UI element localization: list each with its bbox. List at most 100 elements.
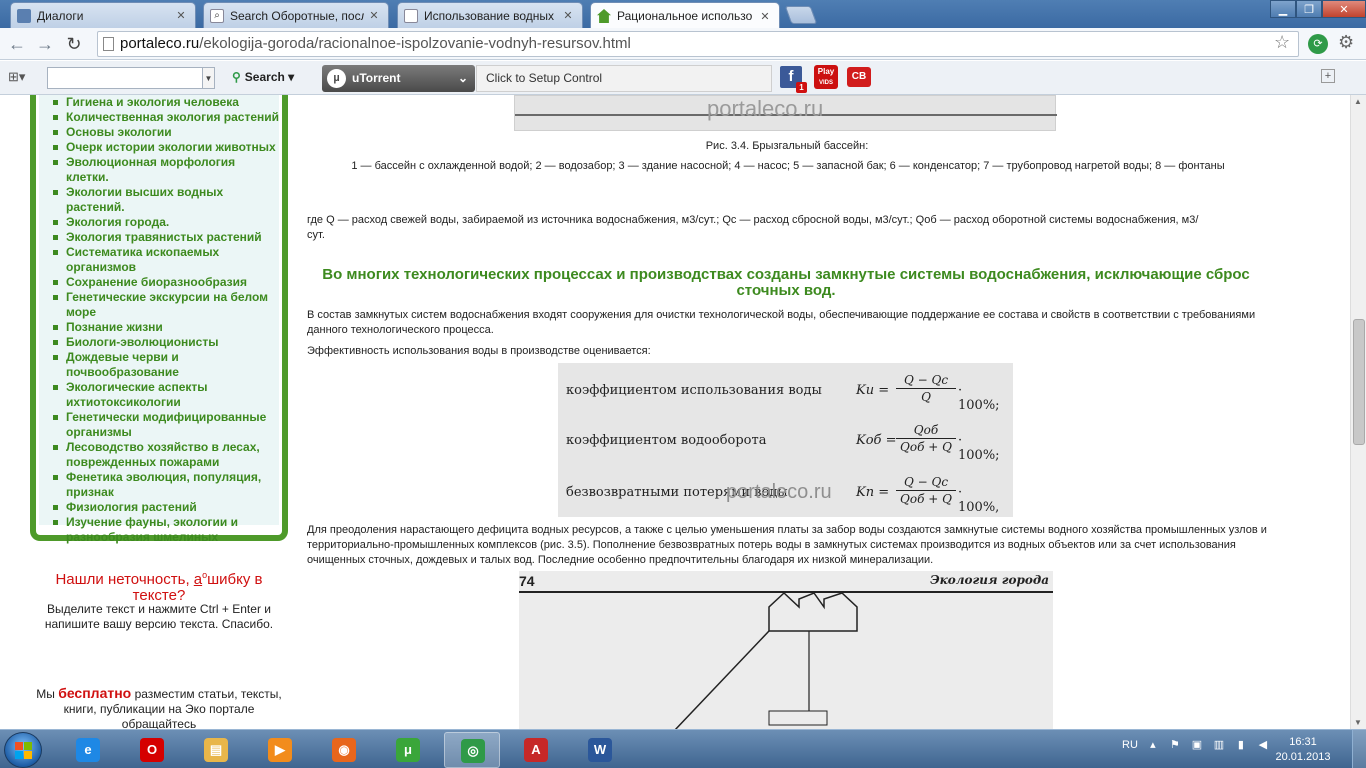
scroll-up-icon[interactable]: ▲ bbox=[1354, 97, 1362, 106]
section-heading: Во многих технологических процессах и пр… bbox=[322, 266, 1250, 299]
signal-icon[interactable]: ▮ bbox=[1234, 738, 1248, 752]
extension-icon[interactable]: ⟳ bbox=[1308, 34, 1328, 54]
toolbar-dropdown-icon[interactable]: ▼ bbox=[203, 67, 215, 89]
forward-arrow-icon[interactable]: → bbox=[34, 33, 56, 55]
setup-control-field[interactable]: Click to Setup Control bbox=[476, 65, 772, 92]
tray-chevron-icon[interactable]: ▴ bbox=[1146, 738, 1160, 752]
close-tab-icon[interactable]: ✕ bbox=[368, 9, 380, 22]
ie-icon: e bbox=[76, 738, 100, 762]
sidebar-item[interactable]: Генетические экскурсии на белом море bbox=[51, 290, 281, 320]
sidebar-item[interactable]: Экологические аспекты ихтиотоксикологии bbox=[51, 380, 281, 410]
taskbar-opera-button[interactable]: O bbox=[124, 732, 180, 768]
tab-water-use[interactable]: Использование водных р ✕ bbox=[397, 2, 583, 28]
new-tab-button[interactable] bbox=[784, 6, 818, 24]
sidebar-box: Экология рыбГигиена и экология человекаК… bbox=[30, 95, 288, 544]
taskbar-chrome-button[interactable]: ◎ bbox=[444, 732, 500, 768]
taskbar-word-button[interactable]: W bbox=[572, 732, 628, 768]
sidebar-item[interactable]: Генетически модифицированные организмы bbox=[51, 410, 281, 440]
figure-spray-pool-image: portaleco.ru bbox=[514, 95, 1057, 131]
toolbar-add-button[interactable]: + bbox=[1321, 69, 1335, 83]
formula-fraction: Qоб Qоб + Q bbox=[896, 423, 956, 454]
back-arrow-icon[interactable]: ← bbox=[6, 33, 28, 55]
utorrent-icon: μ bbox=[396, 738, 420, 762]
tab-title: Search Оборотные, посл bbox=[230, 8, 364, 23]
formula-row: коэффициентом использования воды Kи = Q … bbox=[566, 369, 1006, 413]
formula-row: коэффициентом водооборота Kоб = Qоб Qоб +… bbox=[566, 419, 1006, 463]
maximize-icon[interactable]: ❐ bbox=[1296, 0, 1322, 18]
url-host: portaleco.ru bbox=[120, 35, 200, 52]
formula-percent: · 100%; bbox=[958, 433, 1000, 463]
taskbar-utorrent-button[interactable]: μ bbox=[380, 732, 436, 768]
sidebar-item[interactable]: Дождевые черви и почвообразование bbox=[51, 350, 281, 380]
close-tab-icon[interactable]: ✕ bbox=[175, 9, 187, 22]
sidebar-item[interactable]: Физиология растений bbox=[51, 500, 281, 515]
sidebar-item[interactable]: Систематика ископаемых организмов bbox=[51, 245, 281, 275]
clock[interactable]: 16:31 20.01.2013 bbox=[1268, 735, 1338, 765]
navigation-bar: ← → ↻ portaleco.ru/ekologija-goroda/raci… bbox=[0, 28, 1366, 60]
toolbar-search-input[interactable] bbox=[47, 67, 203, 89]
sidebar-item[interactable]: Очерк истории экологии животных bbox=[51, 140, 281, 155]
menu-wrench-icon[interactable]: ⚙ bbox=[1338, 32, 1354, 53]
formula-k: Kоб = bbox=[856, 433, 897, 448]
formula-denominator: Qоб + Q bbox=[900, 492, 952, 506]
scroll-down-icon[interactable]: ▼ bbox=[1354, 718, 1362, 727]
tab-strip: Диалоги ✕ ⌕ Search Оборотные, посл ✕ Исп… bbox=[0, 0, 1366, 29]
sidebar-item[interactable]: Познание жизни bbox=[51, 320, 281, 335]
clock-date: 20.01.2013 bbox=[1275, 751, 1331, 763]
sidebar-item[interactable]: Экологии высших водных растений. bbox=[51, 185, 281, 215]
vertical-scrollbar[interactable]: ▲ ▼ bbox=[1350, 95, 1366, 729]
sidebar-item[interactable]: Лесоводство хозяйство в лесах, поврежден… bbox=[51, 440, 281, 470]
sidebar-item[interactable]: Количественная экология растений bbox=[51, 110, 281, 125]
close-window-icon[interactable]: ✕ bbox=[1322, 0, 1366, 18]
close-tab-icon[interactable]: ✕ bbox=[759, 10, 771, 23]
taskbar-acrobat-button[interactable]: A bbox=[508, 732, 564, 768]
taskbar-ie-button[interactable]: e bbox=[60, 732, 116, 768]
facebook-icon[interactable]: f1 bbox=[780, 66, 807, 93]
dialogs-favicon-icon bbox=[17, 8, 31, 23]
start-button[interactable] bbox=[4, 732, 42, 768]
tab-rational-use[interactable]: Рациональное использо ✕ bbox=[590, 2, 780, 29]
figure-legend: 1 — бассейн с охлажденной водой; 2 — вод… bbox=[351, 160, 1225, 172]
formula-k: Kп = bbox=[856, 485, 890, 500]
sidebar-item[interactable]: Гигиена и экология человека bbox=[51, 95, 281, 110]
reload-icon[interactable]: ↻ bbox=[63, 33, 85, 55]
sidebar-item[interactable]: Экология города. bbox=[51, 215, 281, 230]
formula-numerator: Q − Qс bbox=[896, 373, 956, 389]
flag-icon[interactable]: ⚑ bbox=[1168, 738, 1182, 752]
scroll-thumb[interactable] bbox=[1353, 319, 1365, 445]
sidebar-item[interactable]: Эволюционная морфология клетки. bbox=[51, 155, 281, 185]
tab-title: Рациональное использо bbox=[617, 9, 753, 23]
sidebar-item[interactable]: Изучение фауны, экологии и разнообразия … bbox=[51, 515, 281, 545]
home-favicon-icon bbox=[597, 9, 611, 23]
cb-icon[interactable]: CB bbox=[847, 67, 871, 87]
play-vids-icon[interactable]: Play VIDS bbox=[814, 65, 838, 89]
formula-numerator: Qоб bbox=[896, 423, 956, 439]
utorrent-button[interactable]: µ uTorrent ⌄ bbox=[322, 65, 475, 92]
address-bar[interactable]: portaleco.ru/ekologija-goroda/racionalno… bbox=[97, 31, 1299, 57]
tab-search[interactable]: ⌕ Search Оборотные, посл ✕ bbox=[203, 2, 389, 28]
sidebar-item[interactable]: Сохранение биоразнообразия bbox=[51, 275, 281, 290]
sidebar-item[interactable]: Экология травянистых растений bbox=[51, 230, 281, 245]
minimize-icon[interactable]: ▁ bbox=[1270, 0, 1296, 18]
tab-dialogs[interactable]: Диалоги ✕ bbox=[10, 2, 196, 28]
formula-numerator: Q − Qс bbox=[896, 475, 956, 491]
show-desktop-button[interactable] bbox=[1352, 730, 1366, 768]
sidebar-item[interactable]: Биологи-эволюционисты bbox=[51, 335, 281, 350]
toolbar-search-button[interactable]: ⚲ Search ▾ bbox=[232, 70, 294, 84]
language-indicator[interactable]: RU bbox=[1122, 739, 1138, 751]
sidebar-item[interactable]: Основы экологии bbox=[51, 125, 281, 140]
taskbar-explorer-button[interactable]: ▤ bbox=[188, 732, 244, 768]
device-icon[interactable]: ▣ bbox=[1190, 738, 1204, 752]
network-icon[interactable]: ▥ bbox=[1212, 738, 1226, 752]
found-error-text: Выделите текст и нажмите Ctrl + Enter и … bbox=[44, 602, 274, 631]
taskbar-media-button[interactable]: ▶ bbox=[252, 732, 308, 768]
taskbar-firefox-button[interactable]: ◉ bbox=[316, 732, 372, 768]
formula-fraction: Q − Qс Q bbox=[896, 373, 956, 404]
toolbar-add-icon[interactable]: ⊞▾ bbox=[8, 69, 25, 85]
sidebar-item[interactable]: Фенетика эволюция, популяция, признак bbox=[51, 470, 281, 500]
chevron-down-icon: ⌄ bbox=[457, 71, 468, 85]
free-publish-text: Мы бесплатно разместим статьи, тексты, к… bbox=[30, 686, 288, 730]
close-tab-icon[interactable]: ✕ bbox=[562, 9, 574, 22]
extensions-toolbar: ⊞▾ ▼ ⚲ Search ▾ µ uTorrent ⌄ Click to Set… bbox=[0, 61, 1366, 95]
bookmark-star-icon[interactable]: ☆ bbox=[1274, 32, 1290, 53]
